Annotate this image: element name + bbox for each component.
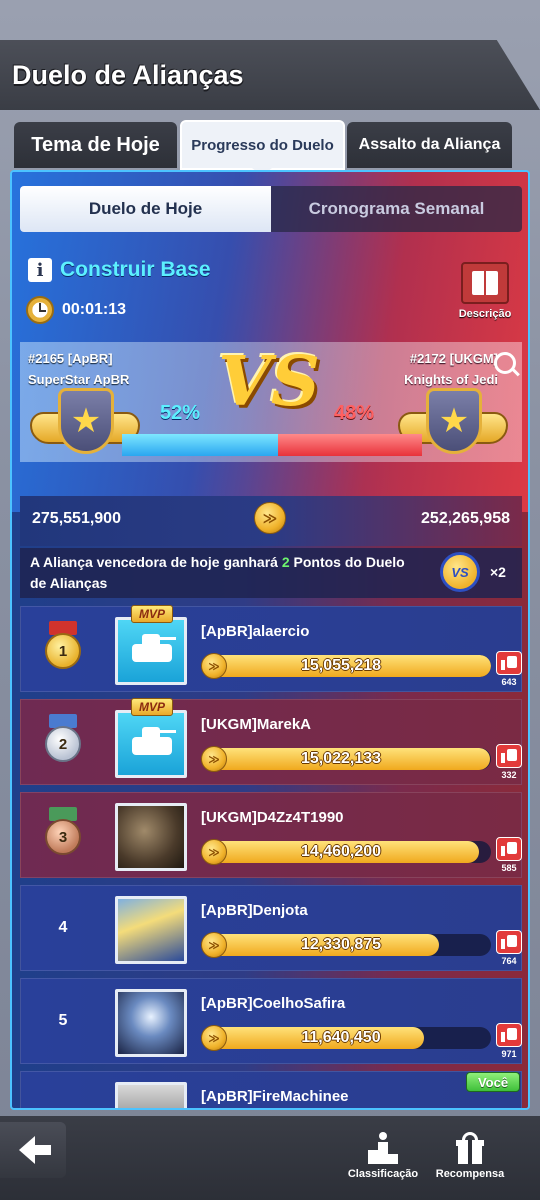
- ranking-label: Classificação: [347, 1168, 419, 1180]
- avatar[interactable]: [115, 617, 187, 685]
- player-name: [ApBR]Denjota: [201, 902, 308, 919]
- timer-row: 00:01:13: [26, 296, 126, 324]
- like-icon: [496, 744, 522, 768]
- coin-icon: ≫: [254, 502, 286, 534]
- subtab-cronograma-semanal[interactable]: Cronograma Semanal: [271, 186, 522, 232]
- left-percent: 52%: [160, 402, 201, 424]
- timer-text: 00:01:13: [62, 301, 127, 318]
- ranking-row[interactable]: 2 MVP [UKGM]MarekA ≫ 15,022,133 332: [20, 698, 523, 785]
- rank-position: 3: [45, 819, 81, 855]
- tab-tema-de-hoje[interactable]: Tema de Hoje: [14, 122, 177, 168]
- coin-icon: ≫: [201, 746, 227, 772]
- progress-right-fill: [278, 434, 422, 456]
- coin-icon: ≫: [201, 932, 227, 958]
- player-name: [ApBR]alaercio: [201, 623, 310, 640]
- ranking-row[interactable]: 4 [ApBR]Denjota ≫ 12,330,875 764: [20, 885, 522, 971]
- like-icon: [496, 651, 522, 675]
- clock-icon: [26, 296, 54, 324]
- like-icon: [496, 1023, 522, 1047]
- rank-medal-icon: 3: [41, 807, 85, 861]
- rank-medal-icon: 2: [41, 714, 85, 768]
- description-button[interactable]: Descrição: [450, 262, 520, 320]
- ranking-row[interactable]: [ApBR]FireMachinee: [20, 1071, 522, 1108]
- like-count: 971: [501, 1049, 517, 1059]
- reward-points: 2: [281, 554, 290, 570]
- mvp-badge: MVP: [131, 605, 173, 623]
- coin-icon: ≫: [201, 839, 227, 865]
- ranking-row[interactable]: 5 [ApBR]CoelhoSafira ≫ 11,640,450 971: [20, 978, 522, 1064]
- book-icon: [461, 262, 509, 304]
- duel-panel: Duelo de Hoje Cronograma Semanal i Const…: [10, 170, 530, 1110]
- you-tag: Você: [466, 1072, 520, 1092]
- back-button[interactable]: [0, 1122, 66, 1178]
- like-button[interactable]: 585: [495, 837, 523, 873]
- gift-icon: [454, 1132, 486, 1164]
- vs-points-badge-icon: VS: [440, 552, 480, 592]
- avatar[interactable]: [115, 896, 187, 964]
- tab-assalto-da-alianca[interactable]: Assalto da Aliança: [347, 122, 512, 168]
- like-count: 585: [501, 863, 517, 873]
- like-count: 332: [501, 770, 517, 780]
- progress-left-fill: [122, 434, 278, 456]
- reward-label: Recompensa: [435, 1168, 505, 1180]
- right-percent: 48%: [334, 402, 375, 424]
- player-name: [UKGM]MarekA: [201, 716, 312, 733]
- like-icon: [496, 837, 522, 861]
- subtabs: Duelo de Hoje Cronograma Semanal: [20, 186, 522, 232]
- like-count: 764: [501, 956, 517, 966]
- avatar[interactable]: [115, 989, 187, 1057]
- info-icon[interactable]: i: [28, 258, 52, 282]
- rank-medal-icon: 1: [41, 621, 85, 675]
- like-button[interactable]: 643: [495, 651, 523, 687]
- duel-progress-bar: [122, 434, 422, 456]
- left-alliance-id: #2165 [ApBR]: [28, 351, 113, 366]
- mvp-badge: MVP: [131, 698, 173, 716]
- rank-position: 1: [45, 633, 81, 669]
- vs-logo: VS: [218, 342, 320, 422]
- reward-text: A Aliança vencedora de hoje ganhará 2 Po…: [30, 554, 405, 591]
- coin-icon: ≫: [201, 653, 227, 679]
- coin-icon: ≫: [201, 1025, 227, 1051]
- avatar[interactable]: [115, 710, 187, 778]
- rank-position: 5: [58, 1012, 68, 1029]
- right-score: 252,265,958: [421, 510, 510, 527]
- left-alliance-emblem: ★: [30, 382, 140, 472]
- reward-multiplier: ×2: [490, 564, 506, 580]
- ranking-row[interactable]: 1 MVP [ApBR]alaercio ≫ 15,055,218 643: [20, 605, 523, 692]
- subtab-duelo-de-hoje[interactable]: Duelo de Hoje: [20, 186, 271, 232]
- rank-position: 4: [58, 919, 68, 936]
- player-score: 11,640,450: [301, 1029, 381, 1046]
- avatar[interactable]: [115, 1082, 187, 1108]
- mission-row: i Construir Base: [28, 258, 211, 282]
- player-score: 15,022,133: [300, 750, 382, 767]
- player-name: [ApBR]CoelhoSafira: [201, 995, 346, 1012]
- ranking-row[interactable]: 3 [UKGM]D4Zz4T1990 ≫ 14,460,200 585: [20, 792, 522, 878]
- left-score: 275,551,900: [32, 510, 121, 527]
- search-icon[interactable]: [494, 352, 516, 374]
- reward-button[interactable]: Recompensa: [430, 1132, 510, 1180]
- player-score: 15,055,218: [300, 657, 382, 674]
- ranking-button[interactable]: Classificação: [343, 1132, 423, 1180]
- like-count: 643: [501, 677, 517, 687]
- mission-title: Construir Base: [60, 258, 211, 281]
- player-name: [ApBR]FireMachinee: [201, 1088, 349, 1105]
- like-button[interactable]: 764: [495, 930, 523, 966]
- back-arrow-icon: [19, 1136, 51, 1164]
- rank-position: 2: [45, 726, 81, 762]
- like-button[interactable]: 332: [495, 744, 523, 780]
- right-alliance-emblem: ★: [398, 382, 508, 472]
- player-name: [UKGM]D4Zz4T1990: [201, 809, 344, 826]
- right-alliance-id: #2172 [UKGM]: [409, 351, 498, 366]
- description-label: Descrição: [458, 308, 512, 320]
- player-score: 14,460,200: [300, 843, 382, 860]
- tab-progresso-do-duelo[interactable]: Progresso do Duelo: [180, 120, 345, 170]
- page-title: Duelo de Alianças: [12, 60, 244, 90]
- avatar[interactable]: [115, 803, 187, 871]
- podium-icon: [367, 1132, 399, 1164]
- like-icon: [496, 930, 522, 954]
- like-button[interactable]: 971: [495, 1023, 523, 1059]
- rank-position: [43, 1094, 83, 1108]
- player-score: 12,330,875: [300, 936, 382, 953]
